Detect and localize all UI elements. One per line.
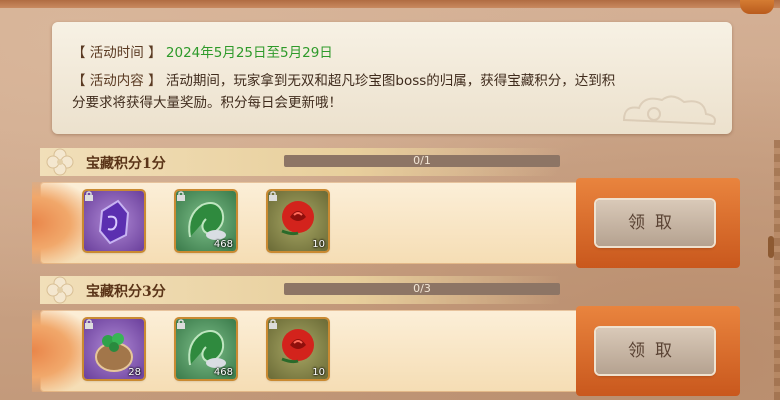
reward-band: 28 468 10 领取 <box>32 306 740 396</box>
event-content-line2: 分要求将获得大量奖励。积分每日会更新哦！ <box>72 95 342 111</box>
claim-button[interactable]: 领取 <box>596 328 714 374</box>
tier-title: 宝藏积分1分 <box>86 156 166 172</box>
clover-icon <box>46 148 74 176</box>
event-info-panel: 【 活动时间 】 2024年5月25日至5月29日 【 活动内容 】 活动期间，… <box>52 22 732 134</box>
reward-item[interactable]: 10 <box>268 319 328 379</box>
reward-item[interactable]: 468 <box>176 191 236 251</box>
top-frame <box>0 0 780 8</box>
event-content-line1: 活动期间，玩家拿到无双和超凡珍宝图boss的归属，获得宝藏积分，达到积 <box>165 73 616 89</box>
item-count: 10 <box>312 367 325 378</box>
reward-item[interactable]: 468 <box>176 319 236 379</box>
tier-header: 宝藏积分3分 0/3 <box>40 276 560 304</box>
item-count: 468 <box>213 239 233 250</box>
event-time-value: 2024年5月25日至5月29日 <box>165 45 333 61</box>
claim-button[interactable]: 领取 <box>596 200 714 246</box>
lock-icon <box>177 191 185 201</box>
lock-icon <box>269 319 277 329</box>
event-content-label: 【 活动内容 】 <box>72 73 162 89</box>
item-count: 28 <box>128 367 141 378</box>
reward-item[interactable] <box>84 191 144 251</box>
close-button[interactable] <box>740 0 774 14</box>
event-time-row: 【 活动时间 】 2024年5月25日至5月29日 <box>72 42 333 64</box>
lock-icon <box>85 191 93 201</box>
clover-icon <box>46 276 74 304</box>
band-ornament <box>32 310 92 392</box>
progress-bar: 0/1 <box>284 154 560 167</box>
side-handle <box>768 236 774 258</box>
lock-icon <box>269 191 277 201</box>
band-ornament <box>32 182 92 264</box>
item-count: 468 <box>213 367 233 378</box>
rope-decoration <box>774 140 780 400</box>
progress-bar: 0/3 <box>284 282 560 295</box>
event-content-row: 【 活动内容 】 活动期间，玩家拿到无双和超凡珍宝图boss的归属，获得宝藏积分… <box>72 70 632 114</box>
event-time-label: 【 活动时间 】 <box>72 45 162 61</box>
lock-icon <box>177 319 185 329</box>
tier-title: 宝藏积分3分 <box>86 284 166 300</box>
item-count: 10 <box>312 239 325 250</box>
lock-icon <box>85 319 93 329</box>
cloud-decoration-icon <box>622 95 716 126</box>
reward-band: 468 10 领取 <box>32 178 740 268</box>
progress-text: 0/3 <box>413 282 431 295</box>
reward-item[interactable]: 28 <box>84 319 144 379</box>
tier-header: 宝藏积分1分 0/1 <box>40 148 560 176</box>
reward-item[interactable]: 10 <box>268 191 328 251</box>
progress-text: 0/1 <box>413 154 431 167</box>
